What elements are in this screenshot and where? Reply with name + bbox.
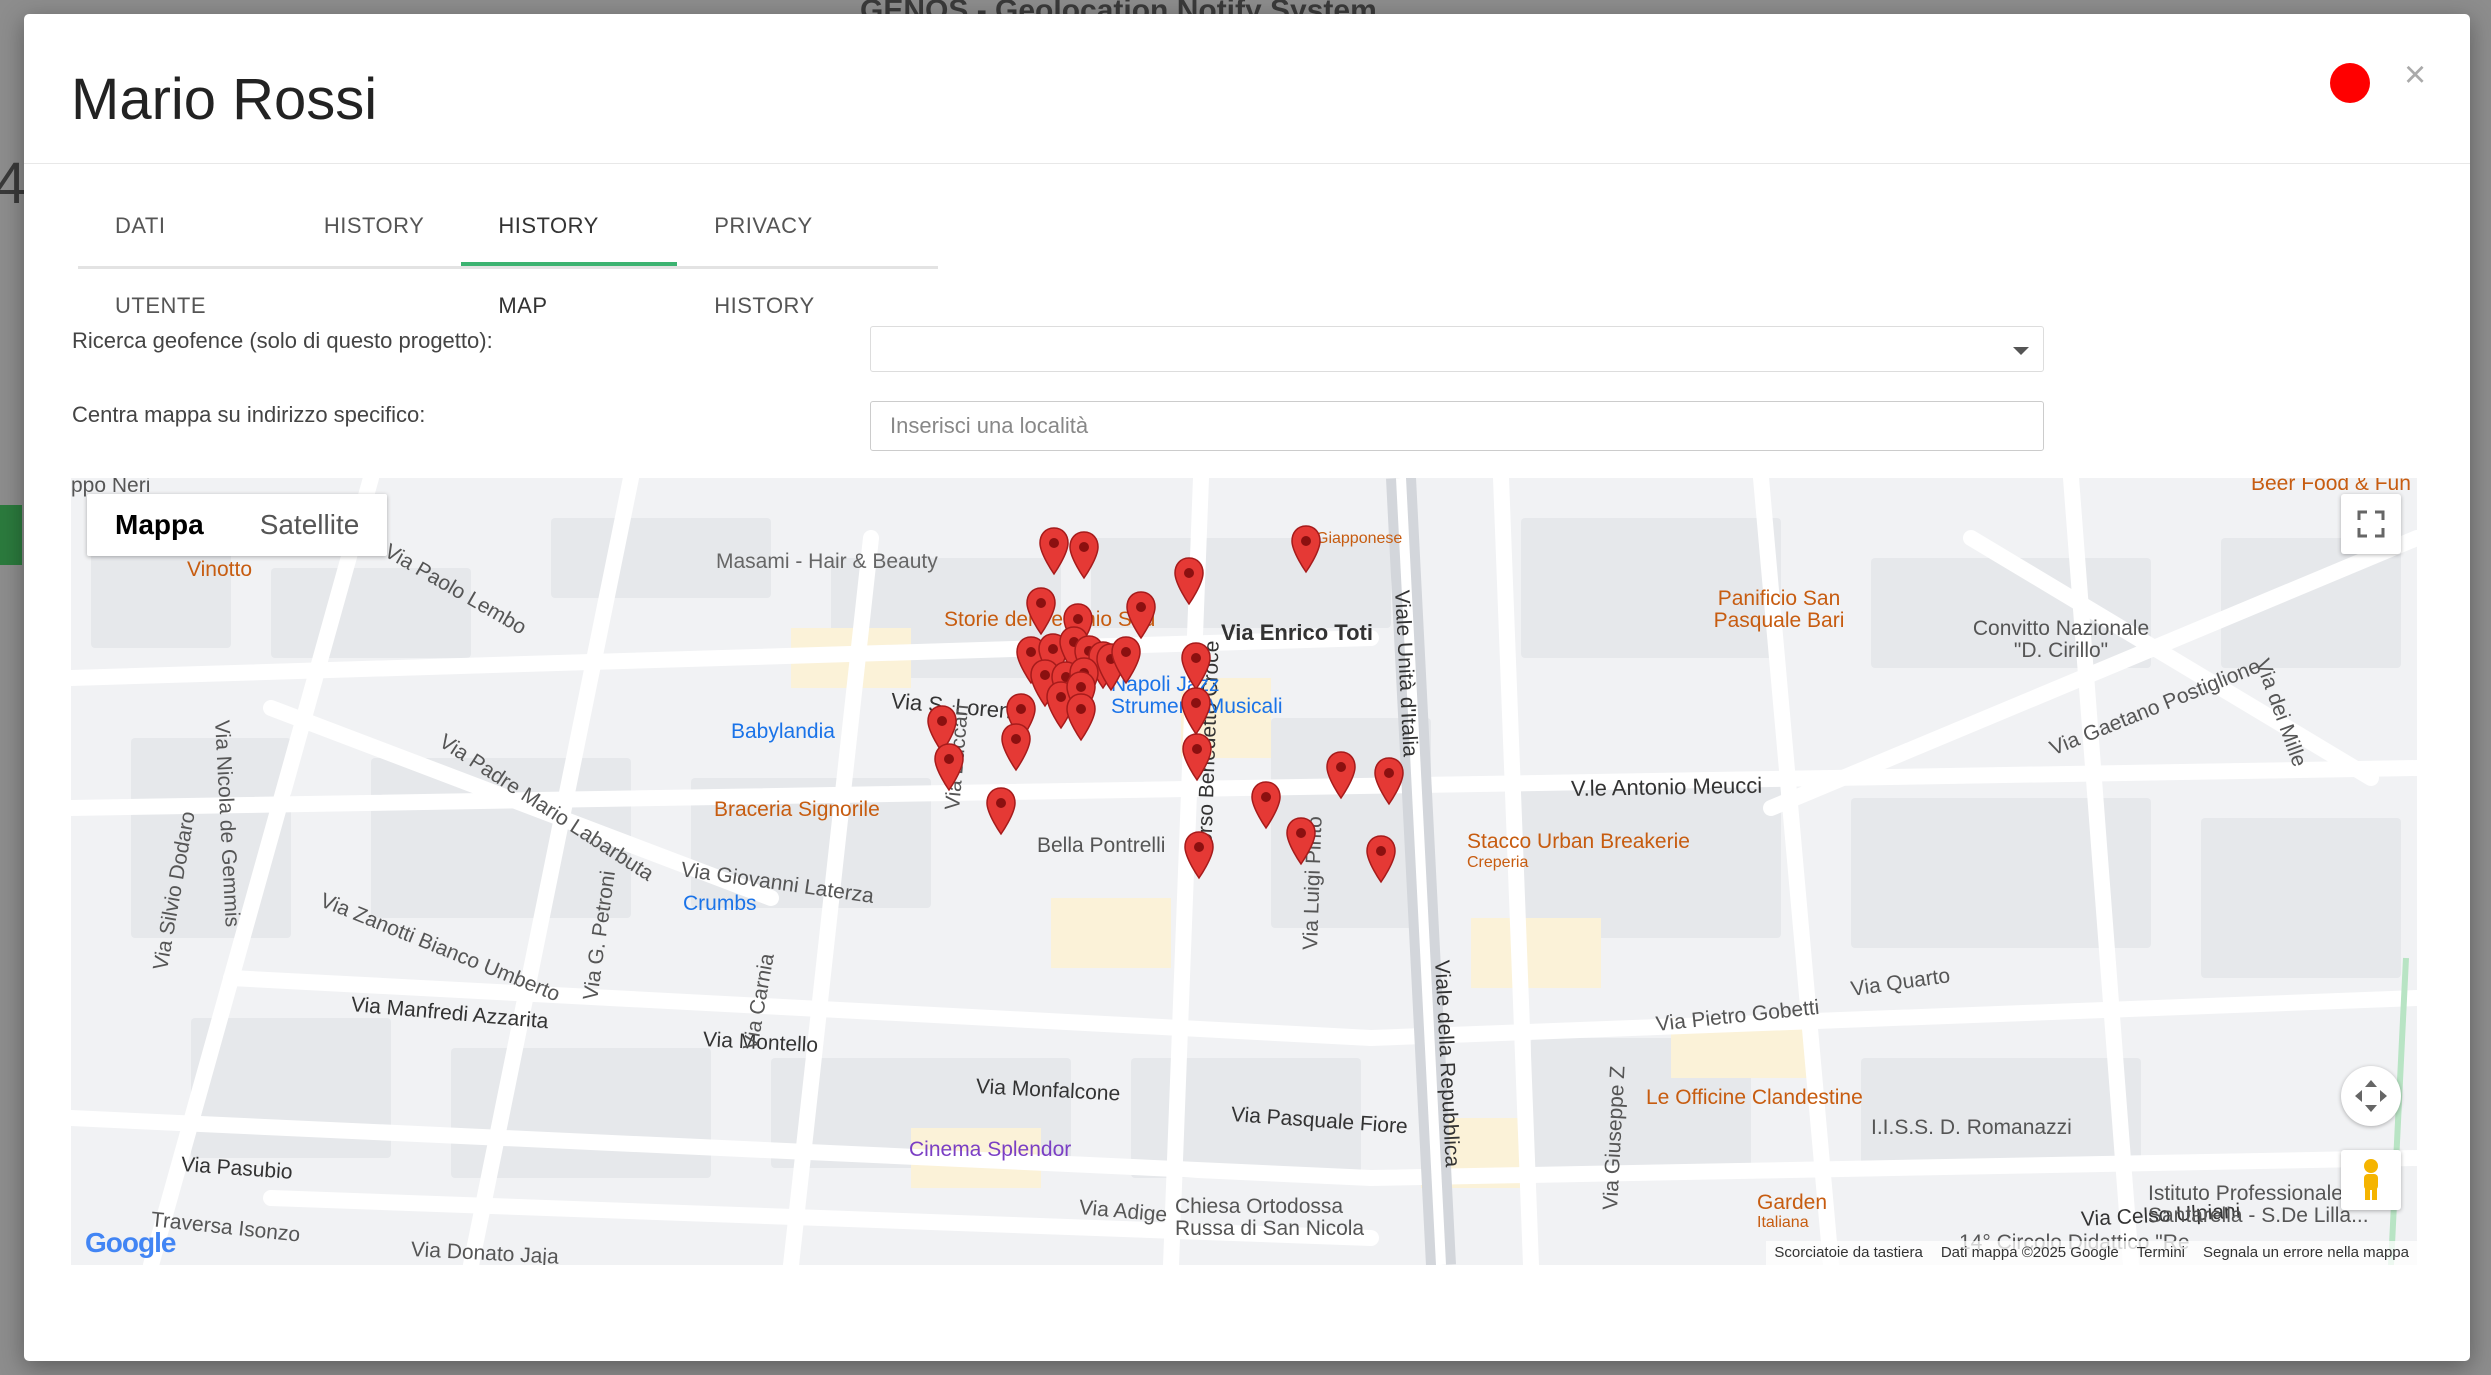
pegman-icon <box>2364 1159 2378 1200</box>
fullscreen-button[interactable] <box>2341 494 2401 554</box>
location-marker-icon[interactable] <box>1365 834 1397 884</box>
poi-masami[interactable]: Masami - Hair & Beauty <box>716 550 938 574</box>
location-marker-icon[interactable] <box>1180 641 1212 691</box>
keyboard-shortcuts-link[interactable]: Scorciatoie da tastiera <box>1774 1241 1922 1265</box>
map-base-layer <box>71 478 2417 1265</box>
poi-vinotto[interactable]: Vinotto <box>187 558 252 582</box>
location-marker-icon[interactable] <box>1025 586 1057 636</box>
map-attribution: Scorciatoie da tastiera Dati mappa ©2025… <box>1766 1241 2417 1265</box>
street-label: Via Enrico Toti <box>1221 620 1373 645</box>
poi-cinema-splendor[interactable]: Cinema Splendor <box>909 1138 1071 1162</box>
fullscreen-icon <box>2357 510 2385 538</box>
map-type-map-button[interactable]: Mappa <box>87 494 232 556</box>
location-marker-icon[interactable] <box>933 742 965 792</box>
history-map[interactable]: Via Paolo Lembo Via S. Lorenzo Via Padre… <box>71 478 2417 1265</box>
chevron-down-icon <box>2013 347 2029 355</box>
poi-braceria-signorile[interactable]: Braceria Signorile <box>714 798 880 822</box>
modal-header: Mario Rossi × <box>24 14 2470 164</box>
location-marker-icon[interactable] <box>1290 524 1322 574</box>
location-marker-icon[interactable] <box>1285 816 1317 866</box>
poi-romanazzi[interactable]: I.I.S.S. D. Romanazzi <box>1871 1116 2072 1140</box>
report-error-link[interactable]: Segnala un errore nella mappa <box>2203 1241 2409 1265</box>
poi-panificio[interactable]: Panificio San Pasquale Bari <box>1699 588 1859 632</box>
poi-garden-category: Italiana <box>1757 1214 1809 1231</box>
poi-convitto-nazionale[interactable]: Convitto Nazionale "D. Cirillo" <box>1956 618 2166 662</box>
map-type-control: Mappa Satellite <box>87 494 388 556</box>
map-camera-control[interactable] <box>2341 1066 2401 1126</box>
poi-stacco-urban[interactable]: Stacco Urban Breakerie <box>1467 830 1690 854</box>
map-type-satellite-button[interactable]: Satellite <box>232 494 388 556</box>
poi-officine-clandestine[interactable]: Le Officine Clandestine <box>1646 1086 1863 1110</box>
tab-bar: DATI UTENTE HISTORY HISTORY MAP PRIVACY … <box>78 186 938 318</box>
status-indicator <box>2330 63 2370 103</box>
location-marker-icon[interactable] <box>1125 590 1157 640</box>
location-marker-icon[interactable] <box>1373 756 1405 806</box>
location-marker-icon[interactable] <box>1038 526 1070 576</box>
street-view-pegman[interactable] <box>2341 1150 2401 1210</box>
location-marker-icon[interactable] <box>1181 732 1213 782</box>
poi-giapponese[interactable]: Giapponese <box>1316 530 1402 548</box>
tab-history[interactable]: HISTORY <box>287 186 462 266</box>
geofence-select[interactable] <box>870 326 2044 372</box>
poi-creperia[interactable]: Creperia <box>1467 854 1528 872</box>
poi-pontrelli[interactable]: Bella Pontrelli <box>1037 834 1165 858</box>
close-button[interactable]: × <box>2404 54 2426 97</box>
poi-crumbs[interactable]: Crumbs <box>683 892 757 916</box>
terms-link[interactable]: Termini <box>2137 1241 2185 1265</box>
poi-babylandia[interactable]: Babylandia <box>731 720 835 744</box>
background-fragment: 4 <box>0 151 27 216</box>
google-logo-text: Google <box>85 1227 176 1258</box>
location-marker-icon[interactable] <box>1068 530 1100 580</box>
tab-dati-utente[interactable]: DATI UTENTE <box>78 186 287 318</box>
location-marker-icon[interactable] <box>1183 830 1215 880</box>
location-marker-icon[interactable] <box>1325 750 1357 800</box>
location-marker-icon[interactable] <box>1250 780 1282 830</box>
google-logo: Google <box>85 1227 176 1259</box>
tab-privacy-history[interactable]: PRIVACY HISTORY <box>677 186 938 318</box>
modal-title: Mario Rossi <box>71 67 378 132</box>
background-green-button <box>0 505 22 565</box>
address-label: Centra mappa su indirizzo specifico: <box>72 402 426 427</box>
location-marker-icon[interactable] <box>1180 686 1212 736</box>
location-marker-icon[interactable] <box>1065 692 1097 742</box>
user-modal: Mario Rossi × DATI UTENTE HISTORY HISTOR… <box>24 14 2470 1361</box>
location-marker-icon[interactable] <box>985 786 1017 836</box>
location-marker-icon[interactable] <box>1110 635 1142 685</box>
geofence-label: Ricerca geofence (solo di questo progett… <box>72 328 493 353</box>
location-marker-icon[interactable] <box>1173 556 1205 606</box>
location-marker-icon[interactable] <box>1000 722 1032 772</box>
address-input[interactable] <box>870 401 2044 451</box>
map-data-text: Dati mappa ©2025 Google <box>1940 1244 2119 1261</box>
move-arrows-icon <box>2355 1080 2387 1112</box>
poi-chiesa-ortodossa[interactable]: Chiesa Ortodossa Russa di San Nicola <box>1175 1196 1395 1240</box>
tab-history-map[interactable]: HISTORY MAP <box>461 186 678 318</box>
poi-garden[interactable]: Garden <box>1757 1191 1827 1215</box>
street-label: V.le Antonio Meucci <box>1570 772 1763 801</box>
